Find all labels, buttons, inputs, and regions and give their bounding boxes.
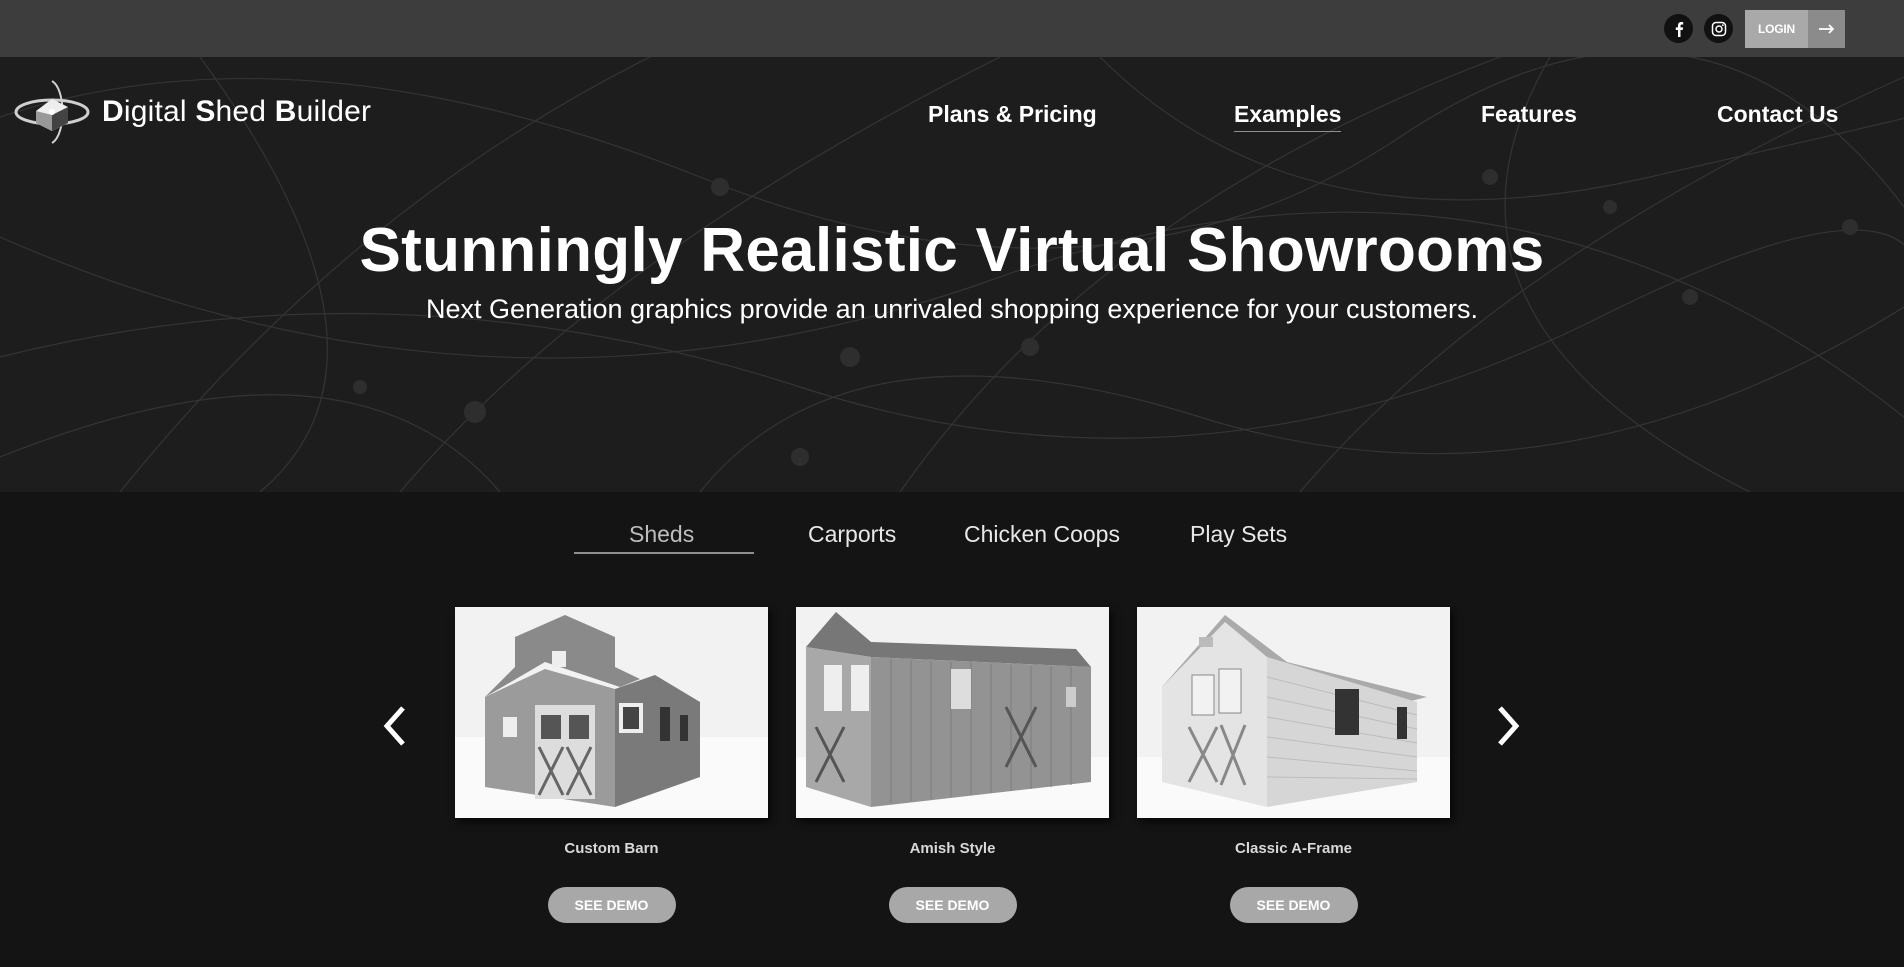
nav-features[interactable]: Features [1481,101,1577,128]
custom-barn-image[interactable] [455,607,768,818]
hero-section: Digital Shed Builder Plans & Pricing Exa… [0,57,1904,492]
logo-text: Digital Shed Builder [102,95,372,128]
active-tab-indicator [574,552,754,554]
card-title: Classic A-Frame [1235,840,1352,857]
instagram-icon[interactable] [1704,14,1733,43]
nav-plans-pricing[interactable]: Plans & Pricing [928,101,1097,128]
login-label: LOGIN [1758,22,1795,36]
product-card: Amish Style SEE DEMO [796,607,1109,923]
shed-logo-icon [14,80,90,144]
see-demo-button[interactable]: SEE DEMO [888,887,1017,923]
tab-sheds[interactable]: Sheds [629,521,694,548]
card-title: Amish Style [909,840,996,857]
see-demo-button[interactable]: SEE DEMO [547,887,676,923]
hero-title: Stunningly Realistic Virtual Showrooms [359,216,1545,285]
tab-carports[interactable]: Carports [808,521,896,548]
nav-contact-us[interactable]: Contact Us [1717,101,1838,128]
tab-play-sets[interactable]: Play Sets [1190,521,1287,548]
card-title: Custom Barn [564,840,659,857]
arrow-right-icon [1808,10,1845,48]
see-demo-button[interactable]: SEE DEMO [1229,887,1358,923]
nav-examples[interactable]: Examples [1234,101,1342,132]
login-button[interactable]: LOGIN [1745,10,1845,48]
carousel-prev-button[interactable] [375,700,415,752]
tab-chicken-coops[interactable]: Chicken Coops [964,521,1120,548]
carousel-next-button[interactable] [1488,700,1528,752]
hero-subtitle: Next Generation graphics provide an unri… [425,294,1479,324]
chevron-left-icon [383,706,405,746]
site-logo[interactable]: Digital Shed Builder [14,77,371,147]
classic-a-frame-image[interactable] [1137,607,1450,818]
product-card: Classic A-Frame SEE DEMO [1137,607,1450,923]
amish-style-image[interactable] [796,607,1109,818]
top-bar: LOGIN [0,0,1904,57]
facebook-icon[interactable] [1664,14,1693,43]
product-card: Custom Barn SEE DEMO [455,607,768,923]
chevron-right-icon [1498,706,1520,746]
